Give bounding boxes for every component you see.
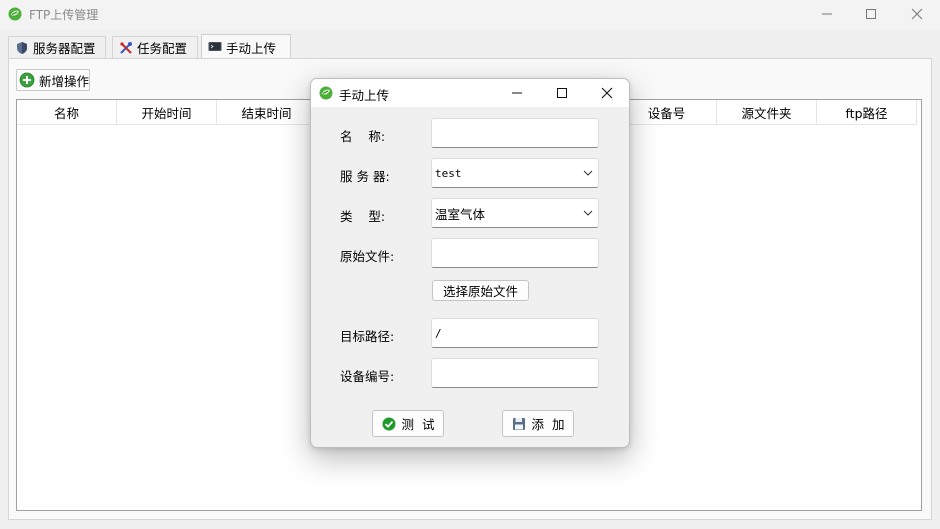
device-number-label: 设备编号: bbox=[340, 369, 395, 384]
chevron-down-icon bbox=[583, 170, 593, 176]
close-icon bbox=[601, 87, 613, 99]
dialog-title: 手动上传 bbox=[339, 88, 390, 103]
chevron-down-icon bbox=[583, 210, 593, 216]
shield-icon bbox=[17, 41, 27, 54]
maximize-icon bbox=[557, 88, 567, 98]
name-label: 名 称: bbox=[340, 129, 386, 144]
minimize-button[interactable] bbox=[804, 0, 850, 28]
dialog-maximize-button[interactable] bbox=[539, 79, 585, 107]
add-button-label: 添 加 bbox=[531, 417, 565, 432]
target-path-input[interactable]: / bbox=[431, 318, 599, 348]
leaf-globe-icon bbox=[8, 7, 22, 21]
source-file-label: 原始文件: bbox=[340, 249, 395, 264]
minimize-icon bbox=[512, 92, 522, 94]
type-select[interactable]: 温室气体 bbox=[431, 198, 599, 228]
leaf-globe-icon bbox=[319, 86, 333, 100]
column-header[interactable]: ftp路径 bbox=[817, 100, 917, 124]
column-header[interactable]: 结束时间 bbox=[217, 100, 317, 124]
column-header[interactable]: 名称 bbox=[17, 100, 117, 124]
check-circle-icon bbox=[382, 417, 396, 430]
dialog-titlebar: 手动上传 bbox=[311, 79, 629, 107]
terminal-icon bbox=[208, 42, 222, 51]
close-button[interactable] bbox=[894, 0, 940, 28]
dialog-close-button[interactable] bbox=[584, 79, 629, 107]
column-header[interactable]: 开始时间 bbox=[117, 100, 217, 124]
tab-label: 手动上传 bbox=[226, 40, 277, 56]
test-button[interactable]: 测 试 bbox=[372, 410, 444, 437]
server-label: 服 务 器: bbox=[340, 169, 390, 184]
manual-upload-dialog: 手动上传 名 称: 服 务 器: test 类 型: 温室气体 原始文件: 选择… bbox=[310, 78, 630, 448]
target-path-label: 目标路径: bbox=[340, 329, 395, 344]
test-button-label: 测 试 bbox=[401, 417, 435, 432]
target-path-value: / bbox=[435, 326, 442, 340]
type-label: 类 型: bbox=[340, 209, 386, 224]
add-operation-button[interactable]: 新增操作 bbox=[16, 69, 90, 91]
dialog-minimize-button[interactable] bbox=[494, 79, 540, 107]
tab-label: 任务配置 bbox=[137, 41, 188, 56]
tab-server-config[interactable]: 服务器配置 bbox=[8, 36, 106, 58]
window-title: FTP上传管理 bbox=[29, 8, 99, 22]
plus-circle-icon bbox=[19, 72, 35, 88]
main-titlebar: FTP上传管理 bbox=[0, 0, 940, 30]
tools-icon bbox=[120, 41, 132, 54]
tab-manual-upload[interactable]: 手动上传 bbox=[201, 34, 291, 59]
floppy-disk-icon bbox=[512, 417, 525, 430]
column-header[interactable]: 源文件夹 bbox=[717, 100, 817, 124]
server-select[interactable]: test bbox=[431, 158, 599, 188]
add-button[interactable]: 添 加 bbox=[502, 410, 574, 437]
add-operation-label: 新增操作 bbox=[39, 73, 90, 89]
source-file-input[interactable] bbox=[431, 238, 599, 268]
device-number-input[interactable] bbox=[431, 358, 599, 388]
type-select-value: 温室气体 bbox=[435, 206, 486, 222]
close-icon bbox=[911, 8, 923, 20]
tab-label: 服务器配置 bbox=[33, 41, 96, 56]
minimize-icon bbox=[822, 13, 832, 15]
server-select-value: test bbox=[435, 166, 462, 180]
maximize-button[interactable] bbox=[848, 0, 894, 28]
maximize-icon bbox=[866, 9, 876, 19]
column-header[interactable]: 设备号 bbox=[617, 100, 717, 124]
choose-source-file-button[interactable]: 选择原始文件 bbox=[432, 280, 529, 301]
tab-task-config[interactable]: 任务配置 bbox=[112, 36, 198, 58]
name-input[interactable] bbox=[431, 118, 599, 148]
